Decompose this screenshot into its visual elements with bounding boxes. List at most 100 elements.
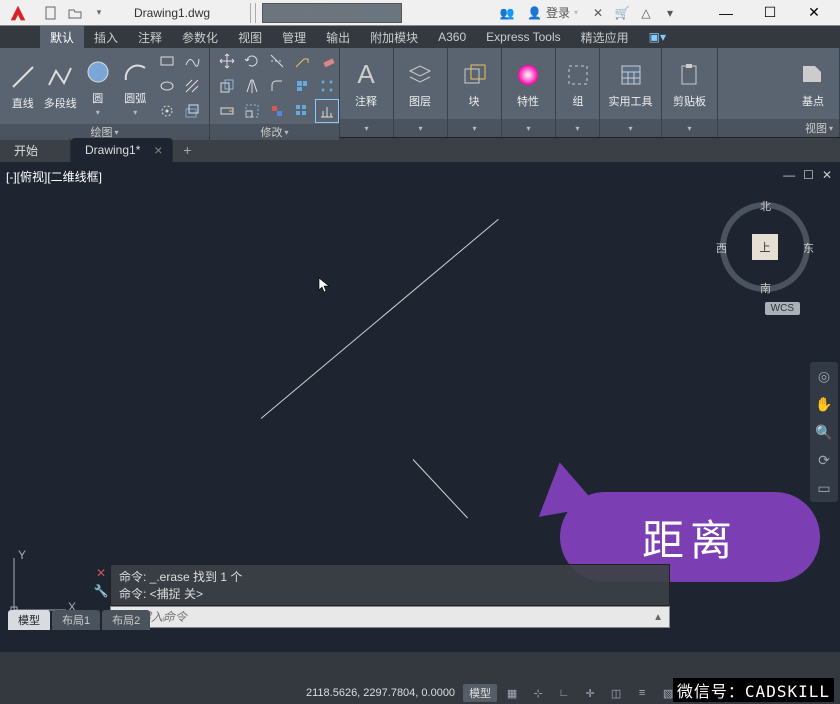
cmd-expand-icon[interactable]: ▲ bbox=[653, 612, 663, 623]
ribbon-tab-express[interactable]: Express Tools bbox=[476, 26, 570, 48]
close-tab-icon[interactable]: × bbox=[154, 142, 162, 158]
block-button[interactable]: 块 bbox=[454, 59, 494, 109]
nav-showmotion-icon[interactable]: ▭ bbox=[814, 478, 834, 498]
command-input-bar[interactable]: ▣▾ ▲ bbox=[110, 606, 670, 628]
viewcube-south[interactable]: 南 bbox=[760, 280, 771, 296]
nav-orbit-icon[interactable]: ⟳ bbox=[814, 450, 834, 470]
panel-modify-title[interactable]: 修改▾ bbox=[210, 124, 339, 140]
move-icon[interactable] bbox=[216, 50, 238, 72]
layout-tab-model[interactable]: 模型 bbox=[8, 610, 50, 630]
ribbon-tab-manage[interactable]: 管理 bbox=[272, 26, 316, 48]
add-tab-button[interactable]: + bbox=[173, 138, 201, 162]
vp-close-icon[interactable]: ✕ bbox=[822, 168, 832, 182]
trim-icon[interactable] bbox=[266, 50, 288, 72]
status-model-button[interactable]: 模型 bbox=[463, 684, 497, 702]
hatch-icon[interactable] bbox=[181, 75, 203, 97]
close-button[interactable]: ✕ bbox=[792, 0, 836, 26]
vp-maximize-icon[interactable]: ☐ bbox=[803, 168, 814, 182]
viewport-label[interactable]: [-][俯视][二维线框] bbox=[6, 168, 102, 185]
status-ortho-icon[interactable]: ∟ bbox=[553, 684, 575, 702]
erase-icon[interactable] bbox=[316, 50, 338, 72]
explode-icon[interactable] bbox=[291, 75, 313, 97]
ribbon-tab-default[interactable]: 默认 bbox=[40, 26, 84, 48]
arc-button[interactable]: 圆弧▾ bbox=[119, 56, 153, 117]
drawn-line-2[interactable] bbox=[413, 459, 468, 518]
offset-icon[interactable] bbox=[266, 100, 288, 122]
sign-in-button[interactable]: 👤登录▾ bbox=[521, 4, 584, 21]
layout-tab-1[interactable]: 布局1 bbox=[52, 610, 100, 630]
ribbon-tab-featured[interactable]: 精选应用 bbox=[571, 26, 639, 48]
viewcube-top-face[interactable]: 上 bbox=[752, 234, 778, 260]
maximize-button[interactable]: ☐ bbox=[748, 0, 792, 26]
stretch-icon[interactable] bbox=[216, 100, 238, 122]
coordinates-readout[interactable]: 2118.5626, 2297.7804, 0.0000 bbox=[306, 687, 455, 699]
extend-icon[interactable] bbox=[291, 50, 313, 72]
minimize-button[interactable]: — bbox=[704, 0, 748, 26]
nav-pan-icon[interactable]: ✋ bbox=[814, 394, 834, 414]
arrayrect-icon[interactable] bbox=[291, 100, 313, 122]
align-icon[interactable] bbox=[316, 100, 338, 122]
command-window[interactable]: ✕🔧 命令: _.erase 找到 1 个 命令: <捕捉 关> ▣▾ ▲ bbox=[110, 564, 670, 628]
clipboard-button[interactable]: 剪贴板 bbox=[668, 59, 711, 109]
properties-button[interactable]: 特性 bbox=[508, 59, 548, 109]
open-icon[interactable] bbox=[64, 3, 86, 23]
cmd-settings-icon[interactable]: 🔧 bbox=[94, 584, 109, 598]
cmd-close-icon[interactable]: ✕ bbox=[96, 566, 106, 580]
nav-wheel-icon[interactable]: ◎ bbox=[814, 366, 834, 386]
point-icon[interactable] bbox=[156, 100, 178, 122]
ribbon-tab-view[interactable]: 视图 bbox=[228, 26, 272, 48]
drawing-canvas[interactable]: [-][俯视][二维线框] — ☐ ✕ 上 北 南 东 西 WCS ◎ ✋ 🔍 … bbox=[0, 162, 840, 652]
file-tab-start[interactable]: 开始 bbox=[0, 138, 71, 162]
drawn-line-1[interactable] bbox=[261, 219, 499, 419]
scale-icon[interactable] bbox=[241, 100, 263, 122]
polyline-button[interactable]: 多段线 bbox=[44, 61, 78, 111]
app-store-icon[interactable]: △ bbox=[636, 3, 656, 23]
infocenter-icon[interactable]: 👥 bbox=[497, 3, 517, 23]
status-grid-icon[interactable]: ▦ bbox=[501, 684, 523, 702]
status-lineweight-icon[interactable]: ≡ bbox=[631, 684, 653, 702]
nav-zoom-icon[interactable]: 🔍 bbox=[814, 422, 834, 442]
circle-button[interactable]: 圆▾ bbox=[81, 56, 115, 117]
basepoint-button[interactable]: 基点 bbox=[793, 59, 833, 109]
ribbon-tab-parametric[interactable]: 参数化 bbox=[172, 26, 228, 48]
help-search-input[interactable] bbox=[267, 7, 397, 19]
layers-button[interactable]: 图层 bbox=[400, 59, 440, 109]
array-icon[interactable] bbox=[316, 75, 338, 97]
group-button[interactable]: 组 bbox=[562, 59, 594, 109]
spline-icon[interactable] bbox=[181, 50, 203, 72]
annotate-button[interactable]: A注释 bbox=[346, 59, 386, 109]
ellipse-icon[interactable] bbox=[156, 75, 178, 97]
vp-minimize-icon[interactable]: — bbox=[783, 168, 795, 182]
help-dropdown-icon[interactable]: ▾ bbox=[660, 3, 680, 23]
wcs-badge[interactable]: WCS bbox=[765, 302, 800, 315]
layout-tab-2[interactable]: 布局2 bbox=[102, 610, 150, 630]
fillet-icon[interactable] bbox=[266, 75, 288, 97]
viewcube-north[interactable]: 北 bbox=[760, 198, 771, 214]
exchange-icon[interactable]: ✕ bbox=[588, 3, 608, 23]
viewcube-west[interactable]: 西 bbox=[716, 240, 727, 256]
new-icon[interactable] bbox=[40, 3, 62, 23]
view-cube[interactable]: 上 北 南 东 西 bbox=[720, 202, 810, 292]
ribbon-tab-annotate[interactable]: 注释 bbox=[128, 26, 172, 48]
ribbon-tab-a360[interactable]: A360 bbox=[428, 26, 476, 48]
rectangle-icon[interactable] bbox=[156, 50, 178, 72]
mirror-icon[interactable] bbox=[241, 75, 263, 97]
help-search[interactable] bbox=[262, 3, 402, 23]
copy-icon[interactable] bbox=[216, 75, 238, 97]
rotate-icon[interactable] bbox=[241, 50, 263, 72]
line-button[interactable]: 直线 bbox=[6, 61, 40, 111]
command-input[interactable] bbox=[139, 610, 653, 624]
file-tab-drawing[interactable]: Drawing1*× bbox=[71, 138, 173, 162]
ribbon-tab-output[interactable]: 输出 bbox=[316, 26, 360, 48]
ribbon-tab-insert[interactable]: 插入 bbox=[84, 26, 128, 48]
status-polar-icon[interactable]: ✛ bbox=[579, 684, 601, 702]
qat-dropdown-icon[interactable]: ▾ bbox=[88, 3, 110, 23]
region-icon[interactable] bbox=[181, 100, 203, 122]
viewcube-east[interactable]: 东 bbox=[803, 240, 814, 256]
status-snap-icon[interactable]: ⊹ bbox=[527, 684, 549, 702]
status-osnap-icon[interactable]: ◫ bbox=[605, 684, 627, 702]
ribbon-tab-more[interactable]: ▣▾ bbox=[639, 26, 676, 48]
layout-add-button[interactable]: + bbox=[152, 610, 175, 630]
cart-icon[interactable]: 🛒 bbox=[612, 3, 632, 23]
ucs-icon[interactable]: X Y bbox=[6, 548, 76, 618]
